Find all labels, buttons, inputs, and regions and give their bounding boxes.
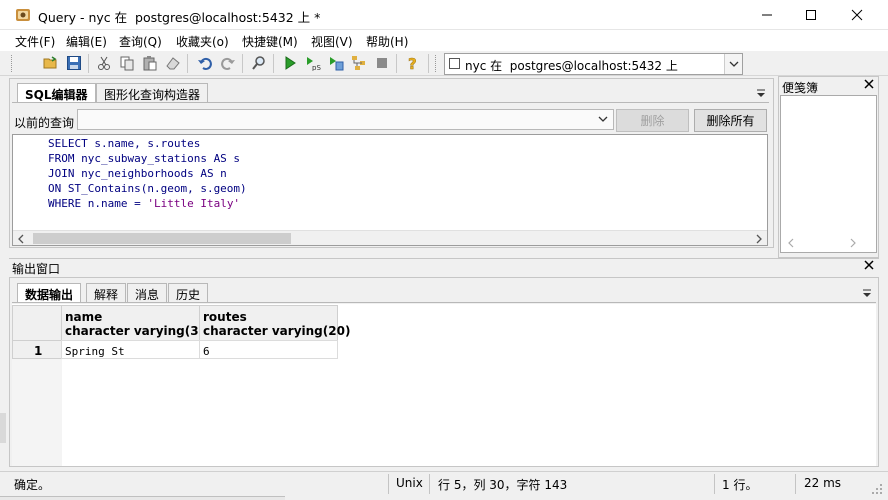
background-window-edge [0,413,6,443]
svg-text:pS: pS [312,64,321,71]
toolbar-grip [11,55,13,72]
row-number: 1 [34,344,43,358]
cancel-icon[interactable] [373,54,391,72]
tab-sql-editor[interactable]: SQL编辑器 [17,83,96,103]
close-icon[interactable] [863,78,875,93]
status-cursor-position: 行 5，列 30，字符 143 [438,478,568,492]
window-title: Query - nyc 在 postgres@localhost:5432 上 … [38,10,321,25]
column-name: routes [203,310,247,324]
scratch-pad-title: 便笺簿 [782,81,819,95]
tab-explain[interactable]: 解释 [86,283,127,302]
tab-history[interactable]: 历史 [168,283,209,302]
paste-icon[interactable] [141,54,159,72]
undo-icon[interactable] [196,54,214,72]
close-icon[interactable] [863,259,875,274]
code-line: JOIN nyc_neighborhoods AS n [48,167,227,180]
code-line: FROM nyc_subway_stations AS s [48,152,241,165]
column-header[interactable]: routes character varying(20) [199,305,350,341]
row-number-cell[interactable]: 1 [12,340,62,359]
toolbar-grip [435,55,437,72]
tab-divider [12,302,876,303]
toolbar-separator [396,54,397,73]
tab-graphical-query-builder[interactable]: 图形化查询构造器 [96,83,209,102]
connection-select[interactable]: nyc 在 postgres@localhost:5432 上 [444,53,743,75]
code-line: SELECT s.name, s.routes [48,137,201,150]
menu-help[interactable]: 帮助(H) [366,33,408,50]
delete-all-button[interactable]: 删除所有 [694,109,767,132]
toolbar-separator [187,54,188,73]
app-icon [15,7,31,23]
code-string-literal: 'Little Italy' [147,197,241,210]
scratch-pad-textarea[interactable] [780,95,877,253]
background-window-edge [0,496,285,500]
explain-icon[interactable] [350,54,368,72]
tab-menu-icon[interactable] [862,287,872,301]
status-message: 确定。 [14,478,51,492]
status-divider [429,474,430,494]
delete-button[interactable]: 删除 [616,109,689,132]
column-type: character varying(20) [203,324,351,338]
horizontal-scrollbar[interactable] [13,230,767,245]
cut-icon[interactable] [95,54,113,72]
status-exec-time: 22 ms [804,476,842,490]
status-line-ending: Unix [396,476,423,490]
previous-queries-select[interactable] [77,109,614,130]
connection-checkbox[interactable] [449,58,460,69]
code-text: WHERE n.name = [48,197,148,210]
tab-messages[interactable]: 消息 [127,283,168,302]
toolbar-separator [88,54,89,73]
menu-favorites[interactable]: 收藏夹(o) [176,33,229,50]
find-icon[interactable] [250,54,268,72]
menu-edit[interactable]: 编辑(E) [66,33,107,50]
scrollbar-thumb[interactable] [33,233,291,244]
status-divider [795,474,796,494]
minimize-button[interactable] [744,0,790,30]
execute-pgscript-icon[interactable]: pS [304,54,322,72]
open-icon[interactable] [42,54,60,72]
execute-icon[interactable] [281,54,299,72]
resize-grip-icon[interactable] [872,484,884,499]
tab-data-output[interactable]: 数据输出 [17,283,82,303]
redo-icon[interactable] [219,54,237,72]
output-title: 输出窗口 [12,262,61,276]
menu-macros[interactable]: 快捷键(M) [242,33,298,50]
menu-view[interactable]: 视图(V) [311,33,353,50]
code-line: WHERE n.name = 'Little Italy' [48,197,240,210]
table-cell[interactable]: Spring St [61,340,200,359]
status-divider [714,474,715,494]
corner-header[interactable] [12,305,62,341]
output-header [9,258,879,276]
column-type: character varying(31) [65,324,213,338]
chevron-down-icon[interactable] [597,113,609,128]
previous-queries-label: 以前的查询 [14,116,75,130]
menu-query[interactable]: 查询(Q) [119,33,162,50]
column-name: name [65,310,103,324]
help-icon[interactable]: ? [404,54,422,72]
tab-menu-icon[interactable] [756,87,766,97]
execute-to-file-icon[interactable] [327,54,345,72]
status-row-count: 1 行。 [722,478,758,492]
close-window-button[interactable] [834,0,880,30]
svg-text:?: ? [408,55,417,71]
toolbar-separator [242,54,243,73]
save-icon[interactable] [65,54,83,72]
status-divider [388,474,389,494]
connection-value: nyc 在 postgres@localhost:5432 上 [465,59,678,73]
cell-value: 6 [203,345,210,358]
copy-icon[interactable] [118,54,136,72]
table-cell[interactable]: 6 [199,340,338,359]
menu-file[interactable]: 文件(F) [15,33,55,50]
cell-value: Spring St [65,345,125,358]
maximize-button[interactable] [788,0,834,30]
tab-divider [12,102,769,103]
toolbar-separator [273,54,274,73]
clear-icon[interactable] [164,54,182,72]
toolbar-separator [428,54,429,73]
code-line: ON ST_Contains(n.geom, s.geom) [48,182,247,195]
chevron-down-icon[interactable] [724,54,742,74]
column-header[interactable]: name character varying(31) [61,305,212,341]
